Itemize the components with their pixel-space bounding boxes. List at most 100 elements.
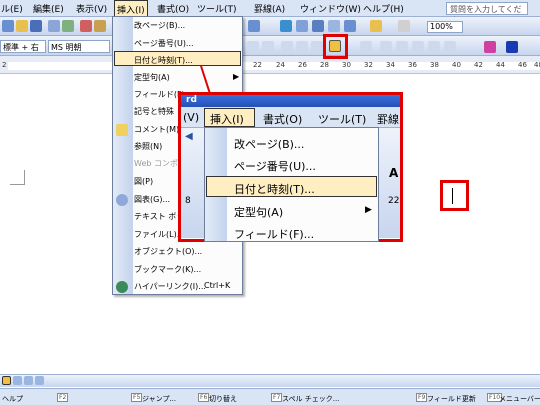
zoom-menu-item-field[interactable]: フィールド(F)... — [234, 226, 314, 242]
view-bar — [0, 374, 540, 387]
cut-icon[interactable] — [94, 20, 106, 32]
menu-view[interactable]: 表示(V) — [76, 2, 107, 15]
highlight-icon[interactable] — [484, 41, 496, 53]
zoom-menu-item-autotext[interactable]: 定型句(A) — [234, 204, 283, 220]
zoom-menu-insert[interactable]: 挿入(I) — [210, 111, 244, 127]
margin-mark — [24, 170, 25, 185]
menu-item-object[interactable]: オブジェクト(O)... — [134, 246, 202, 257]
increase-indent-icon[interactable] — [428, 41, 440, 53]
zoom-titlebar — [181, 95, 400, 107]
margin-mark — [10, 184, 25, 185]
fkey-f5[interactable]: F5 — [131, 393, 143, 402]
menu-item-symbol[interactable]: 記号と特殊 — [134, 106, 174, 117]
numbering-icon[interactable] — [380, 41, 392, 53]
line-spacing-icon[interactable] — [360, 41, 372, 53]
zoom-title: rd — [186, 95, 197, 105]
zoom-menu-item-date-time[interactable]: 日付と時刻(T)... — [234, 181, 315, 197]
zoom-menu-tools[interactable]: ツール(T) — [318, 111, 366, 127]
menu-format[interactable]: 書式(O) — [157, 2, 189, 15]
ruler-tick: 44 — [496, 61, 505, 69]
fkey-f6-label[interactable]: 切り替え — [209, 394, 237, 404]
menu-item-page-number[interactable]: ページ番号(U)... — [134, 38, 194, 49]
zoom-menu-item-page-break[interactable]: 改ページ(B)... — [234, 136, 304, 152]
menu-insert[interactable]: 挿入(I) — [114, 0, 148, 17]
fkey-f2[interactable]: F2 — [57, 393, 69, 402]
zoom-menu-item-page-number[interactable]: ページ番号(U)... — [234, 158, 316, 174]
align-center-icon[interactable] — [296, 41, 308, 53]
fkey-f7-label[interactable]: スペル チェック... — [282, 394, 339, 404]
tables-borders-icon[interactable] — [296, 20, 308, 32]
excel-icon[interactable] — [328, 20, 340, 32]
zoom-menu-table[interactable]: 罫線 — [377, 111, 399, 127]
menu-file[interactable]: ル(E) — [1, 2, 23, 15]
highlight-frame-toolbar — [323, 34, 348, 59]
highlight-frame-cursor — [440, 180, 469, 211]
fkey-f5-label[interactable]: ジャンプ... — [142, 394, 176, 404]
zoom-select[interactable]: 100% — [427, 21, 463, 33]
menu-item-file[interactable]: ファイル(L)... — [134, 229, 184, 240]
menu-item-textbox[interactable]: テキスト ボッ — [134, 211, 184, 222]
save-icon[interactable] — [30, 20, 42, 32]
menu-item-comment[interactable]: コメント(M) — [134, 124, 179, 135]
hyperlink-shortcut: Ctrl+K — [204, 281, 231, 290]
fkey-f6[interactable]: F6 — [198, 393, 210, 402]
align-left-icon[interactable] — [281, 41, 293, 53]
menu-item-hyperlink[interactable]: ハイパーリンク(I)... — [134, 281, 206, 292]
comment-icon — [116, 124, 128, 136]
font-size-down-icon[interactable] — [262, 41, 274, 53]
spelling-icon[interactable] — [80, 20, 92, 32]
normal-view-icon[interactable] — [2, 376, 11, 385]
menu-help[interactable]: ヘルプ(H) — [363, 2, 404, 15]
undo-icon[interactable] — [248, 20, 260, 32]
menu-item-page-break[interactable]: 改ページ(B)... — [134, 20, 185, 31]
ruler-tick: 24 — [276, 61, 285, 69]
align-right-icon[interactable] — [311, 41, 323, 53]
menu-tools[interactable]: ツール(T) — [197, 2, 237, 15]
zoom-menu-format[interactable]: 書式(O) — [263, 111, 302, 127]
style-select[interactable]: 標準 + 右 — [0, 40, 46, 53]
fkey-f9[interactable]: F9 — [416, 393, 428, 402]
menu-item-bookmark[interactable]: ブックマーク(K)... — [134, 264, 201, 275]
decrease-indent-icon[interactable] — [412, 41, 424, 53]
menu-table[interactable]: 罫線(A) — [254, 2, 285, 15]
zoom-toolbar-letter: A — [389, 166, 399, 180]
menu-edit[interactable]: 編集(E) — [33, 2, 64, 15]
print-preview-icon[interactable] — [62, 20, 74, 32]
bullets-icon[interactable] — [396, 41, 408, 53]
print-layout-icon[interactable] — [24, 376, 33, 385]
zoom-menu-view[interactable]: (V) — [183, 111, 199, 124]
ruler-tick: 38 — [430, 61, 439, 69]
font-select[interactable]: MS 明朝 — [48, 40, 110, 53]
ruler-tick: 30 — [342, 61, 351, 69]
ruler-tick: 48 — [534, 61, 540, 69]
font-color-icon[interactable] — [506, 41, 518, 53]
open-folder-icon[interactable] — [16, 20, 28, 32]
fkey-f7[interactable]: F7 — [271, 393, 283, 402]
borders-icon[interactable] — [444, 41, 456, 53]
menu-window[interactable]: ウィンドウ(W) — [300, 2, 361, 15]
outline-view-icon[interactable] — [35, 376, 44, 385]
fkey-f9-label[interactable]: フィールド更新 — [427, 394, 476, 404]
help-search-input[interactable]: 質問を入力してください — [446, 2, 528, 25]
web-layout-icon[interactable] — [13, 376, 22, 385]
ruler-tick: 28 — [320, 61, 329, 69]
menu-item-autotext[interactable]: 定型句(A) — [134, 72, 170, 83]
menu-item-picture[interactable]: 図(P) — [134, 176, 153, 187]
menu-item-reference[interactable]: 参照(N) — [134, 141, 162, 152]
fkey-f10-label[interactable]: メニューバー — [499, 394, 540, 404]
new-document-icon[interactable] — [2, 20, 14, 32]
hyperlink-icon[interactable] — [280, 20, 292, 32]
menu-item-date-time[interactable]: 日付と時刻(T)... — [134, 55, 193, 66]
show-hide-icon[interactable] — [398, 20, 410, 32]
font-size-up-icon[interactable] — [247, 41, 259, 53]
fkey-help-label[interactable]: ヘルプ — [2, 394, 23, 404]
print-icon[interactable] — [48, 20, 60, 32]
zoom-submenu-arrow-icon: ▶ — [365, 205, 372, 215]
zoom-toolbar-glyph: ◀ — [185, 131, 193, 142]
ruler-tick: 34 — [386, 61, 395, 69]
insert-table-icon[interactable] — [312, 20, 324, 32]
menu-item-diagram[interactable]: 図表(G)... — [134, 194, 170, 205]
hyperlink-globe-icon — [116, 281, 128, 293]
columns-icon[interactable] — [344, 20, 356, 32]
document-map-icon[interactable] — [370, 20, 382, 32]
